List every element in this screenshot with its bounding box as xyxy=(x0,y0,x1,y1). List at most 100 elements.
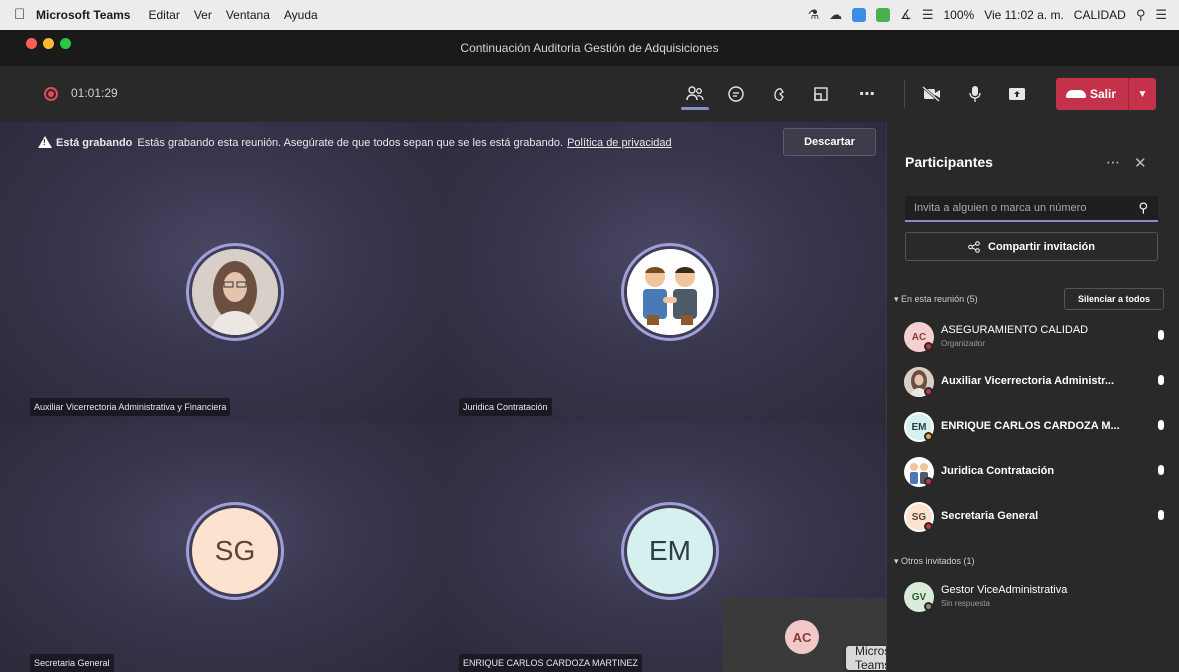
name-tag-enrique: ENRIQUE CARLOS CARDOZA MARTINEZ xyxy=(459,654,642,672)
participant-name: ASEGURAMIENTO CALIDAD xyxy=(941,324,1089,336)
minimize-window-icon[interactable] xyxy=(43,38,54,49)
mac-menu-bar:  Microsoft Teams Editar Ver Ventana Ayu… xyxy=(0,0,1179,30)
recording-icon xyxy=(44,87,58,101)
avatar-photo-auxiliar xyxy=(192,249,278,335)
chat-icon[interactable] xyxy=(721,80,751,108)
others-section-toggle[interactable]: ▾ Otros invitados (1) xyxy=(894,556,975,567)
search-icon[interactable]: ⚲ xyxy=(1136,7,1146,23)
toolbar-divider xyxy=(904,80,905,108)
cloud-icon[interactable]: ☁ xyxy=(829,7,842,23)
tray-blue-icon[interactable] xyxy=(852,8,867,22)
warning-icon xyxy=(38,136,52,148)
participant-name: Juridica Contratación xyxy=(941,465,1055,477)
apple-icon[interactable]:  xyxy=(14,6,25,23)
bluetooth-icon[interactable]: ∡ xyxy=(900,7,912,23)
leave-button[interactable]: Salir ▼ xyxy=(1056,78,1156,110)
participant-row[interactable]: EM ENRIQUE CARLOS CARDOZA M... xyxy=(904,408,1169,448)
leave-label: Salir xyxy=(1090,87,1117,101)
menu-ventana[interactable]: Ventana xyxy=(226,8,270,22)
self-view-avatar: AC xyxy=(785,620,819,654)
participant-row[interactable]: AC ASEGURAMIENTO CALIDAD Organizador xyxy=(904,318,1169,358)
control-center-icon[interactable]: ☰ xyxy=(1155,7,1167,23)
participant-row[interactable]: Juridica Contratación xyxy=(904,453,1169,493)
presence-busy-icon xyxy=(924,342,933,351)
more-options-icon[interactable]: ⋯ xyxy=(852,80,882,108)
avatar-enrique: EM xyxy=(621,502,719,600)
window-title-bar: Continuación Auditoria Gestión de Adquis… xyxy=(0,30,1179,66)
menu-editar[interactable]: Editar xyxy=(148,8,179,22)
mic-icon[interactable] xyxy=(1156,465,1166,479)
avatar-auxiliar xyxy=(186,243,284,341)
invited-name: Gestor ViceAdministrativa xyxy=(941,584,1068,596)
panel-title: Participantes xyxy=(905,154,993,170)
mic-icon[interactable] xyxy=(1156,330,1166,344)
menu-clock[interactable]: Vie 11:02 a. m. xyxy=(984,8,1064,22)
avatar-juridica xyxy=(621,243,719,341)
share-screen-icon[interactable] xyxy=(1002,80,1032,108)
invite-search-input[interactable]: Invita a alguien o marca un número ⚲ xyxy=(905,196,1158,222)
mic-icon[interactable] xyxy=(1156,510,1166,524)
invite-placeholder: Invita a alguien o marca un número xyxy=(914,202,1087,214)
mic-icon[interactable] xyxy=(1156,420,1166,434)
name-tag-auxiliar: Auxiliar Vicerrectoria Administrativa y … xyxy=(30,398,231,416)
rooms-icon[interactable] xyxy=(806,80,836,108)
avatar-illustration-juridica xyxy=(627,249,713,335)
meeting-toolbar: 01:01:29 ⋯ Salir ▼ xyxy=(0,66,1179,122)
people-icon[interactable] xyxy=(680,80,710,108)
wifi-icon[interactable]: ☰ xyxy=(922,7,934,23)
window-controls xyxy=(26,38,71,49)
close-icon[interactable]: ✕ xyxy=(1134,154,1147,172)
tray-green-icon[interactable] xyxy=(876,8,891,22)
menu-user[interactable]: CALIDAD xyxy=(1074,8,1126,22)
in-meeting-section-toggle[interactable]: ▾ En esta reunión (5) xyxy=(894,294,978,305)
share-invite-button[interactable]: Compartir invitación xyxy=(905,232,1158,261)
camera-off-icon[interactable] xyxy=(917,80,947,108)
mic-icon[interactable] xyxy=(960,80,990,108)
meeting-stage: Está grabando Estás grabando esta reunió… xyxy=(0,122,886,672)
hangup-icon xyxy=(1066,90,1086,98)
presence-busy-icon xyxy=(924,387,933,396)
tray-app-icon[interactable]: ⚗ xyxy=(808,7,820,23)
invited-row[interactable]: GV Gestor ViceAdministrativa Sin respues… xyxy=(904,578,1169,618)
recording-banner: Está grabando Estás grabando esta reunió… xyxy=(0,122,886,164)
zoom-window-icon[interactable] xyxy=(60,38,71,49)
participant-name: Auxiliar Vicerrectoria Administr... xyxy=(941,375,1115,387)
participant-name: Secretaria General xyxy=(941,510,1039,522)
mute-all-button[interactable]: Silenciar a todos xyxy=(1064,288,1164,310)
presence-away-icon xyxy=(924,432,933,441)
close-window-icon[interactable] xyxy=(26,38,37,49)
window-title: Continuación Auditoria Gestión de Adquis… xyxy=(460,41,719,55)
menu-app-name[interactable]: Microsoft Teams xyxy=(36,8,130,22)
privacy-policy-link[interactable]: Política de privacidad xyxy=(567,137,672,149)
battery-label[interactable]: 100% xyxy=(943,8,974,22)
panel-more-icon[interactable]: ⋯ xyxy=(1106,154,1120,171)
participant-row[interactable]: Auxiliar Vicerrectoria Administr... xyxy=(904,363,1169,403)
people-active-indicator xyxy=(681,107,709,110)
presence-busy-icon xyxy=(924,522,933,531)
name-tag-juridica: Juridica Contratación xyxy=(459,398,552,416)
leave-options-chevron-icon[interactable]: ▼ xyxy=(1128,78,1156,110)
participant-row[interactable]: SG Secretaria General xyxy=(904,498,1169,538)
dock-tooltip: Microsoft Teams xyxy=(846,644,886,672)
others-label: Otros invitados (1) xyxy=(901,556,975,566)
participant-name: ENRIQUE CARLOS CARDOZA M... xyxy=(941,420,1120,432)
share-icon xyxy=(968,240,980,253)
share-invite-label: Compartir invitación xyxy=(988,240,1095,253)
avatar-secretaria: SG xyxy=(186,502,284,600)
menu-ver[interactable]: Ver xyxy=(194,8,212,22)
menu-ayuda[interactable]: Ayuda xyxy=(284,8,318,22)
banner-message: Estás grabando esta reunión. Asegúrate d… xyxy=(137,137,564,149)
presence-unknown-icon xyxy=(924,602,933,611)
search-icon[interactable]: ⚲ xyxy=(1138,200,1148,216)
name-tag-secretaria: Secretaria General xyxy=(30,654,114,672)
participants-panel: Participantes ⋯ ✕ Invita a alguien o mar… xyxy=(886,122,1179,672)
dismiss-button[interactable]: Descartar xyxy=(783,128,876,156)
in-meeting-label: En esta reunión (5) xyxy=(901,294,978,304)
banner-title: Está grabando xyxy=(56,137,133,149)
meeting-timer: 01:01:29 xyxy=(71,86,118,100)
mic-icon[interactable] xyxy=(1156,375,1166,389)
invited-status: Sin respuesta xyxy=(941,599,990,608)
reactions-icon[interactable] xyxy=(765,80,795,108)
presence-busy-icon xyxy=(924,477,933,486)
participant-role: Organizador xyxy=(941,339,986,348)
